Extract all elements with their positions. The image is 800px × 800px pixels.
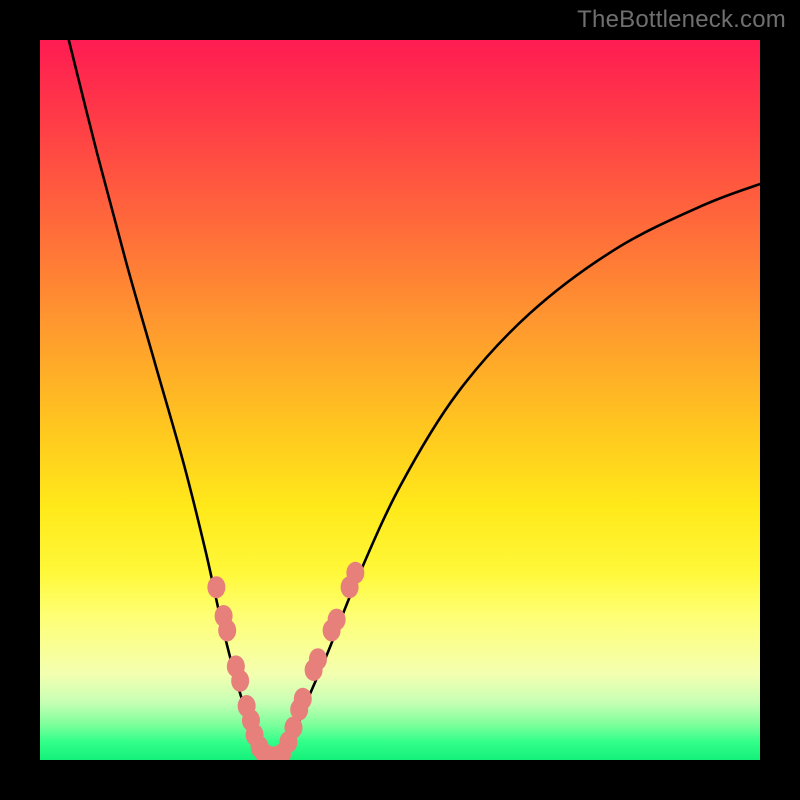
data-marker xyxy=(218,619,236,641)
data-marker xyxy=(346,562,364,584)
plot-area xyxy=(40,40,760,760)
marker-layer xyxy=(207,562,364,760)
curve-left-branch xyxy=(69,40,263,756)
chart-frame: TheBottleneck.com xyxy=(0,0,800,800)
data-marker xyxy=(207,576,225,598)
data-marker xyxy=(309,648,327,670)
chart-svg xyxy=(40,40,760,760)
data-marker xyxy=(294,688,312,710)
watermark-text: TheBottleneck.com xyxy=(577,6,786,34)
data-marker xyxy=(328,609,346,631)
data-marker xyxy=(231,670,249,692)
curve-right-branch xyxy=(278,184,760,756)
